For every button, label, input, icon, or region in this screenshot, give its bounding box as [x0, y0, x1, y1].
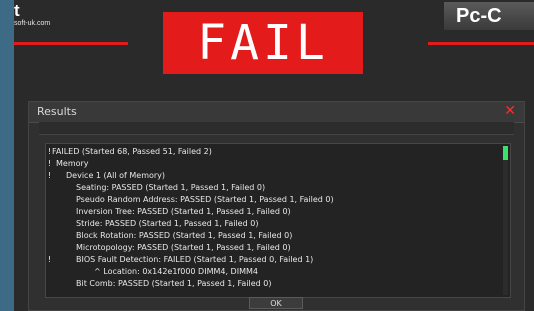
red-divider-left	[14, 42, 128, 45]
results-dialog: Results ✕ ! FAILED (Started 68, Passed 5…	[28, 101, 525, 311]
result-text: Microtopology: PASSED (Started 1, Passed…	[76, 243, 291, 252]
dialog-toolbar-strip	[39, 122, 514, 135]
result-text: Pseudo Random Address: PASSED (Started 1…	[76, 195, 334, 204]
result-text: Stride: PASSED (Started 1, Passed 1, Fai…	[76, 219, 259, 228]
result-text: Block Rotation: PASSED (Started 1, Passe…	[76, 231, 293, 240]
fail-banner: FAIL	[163, 12, 363, 74]
results-list[interactable]: ! FAILED (Started 68, Passed 51, Failed …	[45, 143, 511, 298]
dialog-header: Results ✕	[29, 102, 524, 123]
result-text: Bit Comb: PASSED (Started 1, Passed 1, F…	[76, 279, 272, 288]
result-prefix: !	[48, 159, 52, 168]
result-text: Seating: PASSED (Started 1, Passed 1, Fa…	[76, 183, 266, 192]
logo-left-url: soft-uk.com	[14, 20, 51, 27]
logo-left-mark: t	[14, 1, 20, 20]
result-prefix: !	[48, 255, 52, 264]
result-prefix: !	[48, 171, 52, 180]
red-divider-right	[428, 42, 534, 45]
scrollbar-thumb[interactable]	[503, 146, 508, 160]
result-text: ^ Location: 0x142e1f000 DIMM4, DIMM4	[94, 267, 258, 276]
logo-right: Pc-C	[444, 2, 534, 30]
result-text: Memory	[56, 159, 89, 168]
result-text: FAILED (Started 68, Passed 51, Failed 2)	[52, 147, 212, 156]
results-scrollbar[interactable]	[503, 146, 508, 295]
result-text: Inversion Tree: PASSED (Started 1, Passe…	[76, 207, 291, 216]
close-icon[interactable]: ✕	[504, 104, 516, 118]
logo-left: t soft-uk.com	[14, 2, 50, 28]
result-text: BIOS Fault Detection: FAILED (Started 1,…	[76, 255, 314, 264]
dialog-title: Results	[37, 105, 77, 118]
ok-button[interactable]: OK	[249, 297, 303, 309]
result-text: Device 1 (All of Memory)	[66, 171, 166, 180]
